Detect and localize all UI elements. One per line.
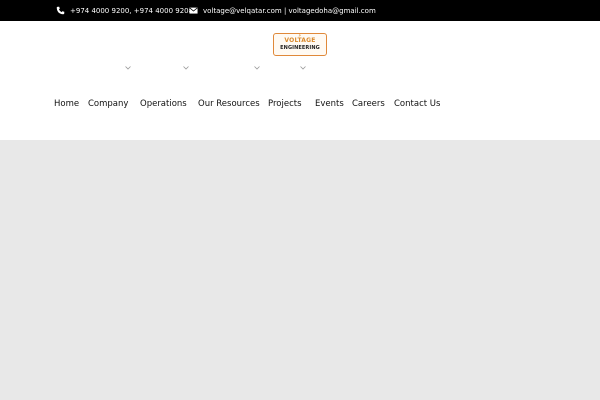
- phone-contact[interactable]: +974 4000 9200, +974 4000 9208: [56, 0, 193, 21]
- chevron-down-icon: [125, 66, 131, 70]
- logo-line-voltage: VOLTAGE: [284, 37, 316, 44]
- nav-item-contact-us[interactable]: Contact Us: [394, 98, 440, 110]
- envelope-icon: [189, 6, 198, 15]
- email-contact[interactable]: voltage@velqatar.com | voltagedoha@gmail…: [189, 0, 376, 21]
- nav-item-projects[interactable]: Projects: [268, 98, 302, 110]
- nav-item-our-resources[interactable]: Our Resources: [198, 98, 260, 110]
- nav-item-events[interactable]: Events: [315, 98, 344, 110]
- chevron-down-icon: [183, 66, 189, 70]
- site-logo[interactable]: ⚡ VOLTAGE ENGINEERING: [273, 33, 327, 56]
- chevron-down-icon: [254, 66, 260, 70]
- nav-item-company[interactable]: Company: [88, 98, 128, 110]
- content-placeholder: [0, 140, 600, 400]
- logo-line-engineering: ENGINEERING: [280, 45, 320, 51]
- top-contact-bar: +974 4000 9200, +974 4000 9208 voltage@v…: [0, 0, 600, 21]
- site-header: ⚡ VOLTAGE ENGINEERING Home Company Opera…: [0, 21, 600, 140]
- nav-item-operations[interactable]: Operations: [140, 98, 187, 110]
- nav-item-home[interactable]: Home: [54, 98, 79, 110]
- email-addresses[interactable]: voltage@velqatar.com | voltagedoha@gmail…: [203, 7, 376, 15]
- nav-item-careers[interactable]: Careers: [352, 98, 385, 110]
- chevron-down-icon: [300, 66, 306, 70]
- phone-icon: [56, 6, 65, 15]
- phone-numbers[interactable]: +974 4000 9200, +974 4000 9208: [70, 7, 193, 15]
